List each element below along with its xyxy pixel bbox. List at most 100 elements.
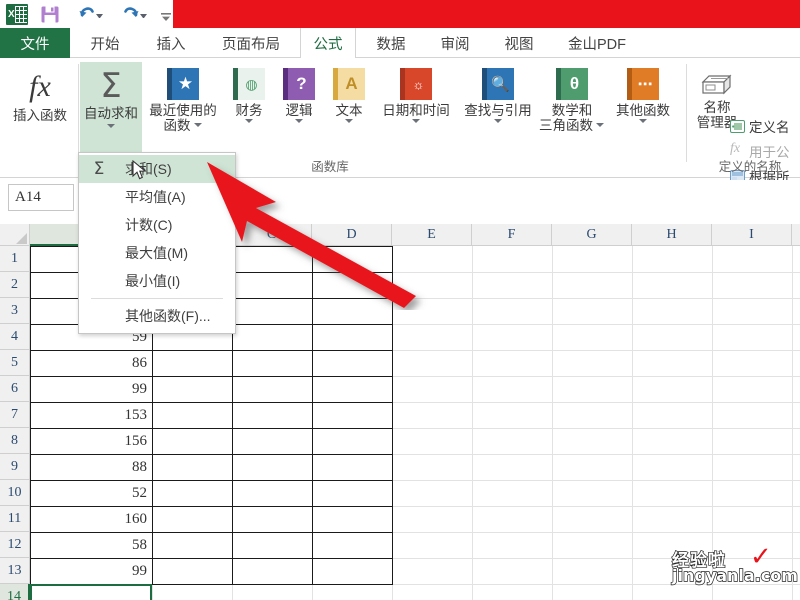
menu-item-average-label: 平均值(A) [125,187,186,207]
name-box-value: A14 [15,189,41,206]
financial-functions-button[interactable]: ◍ 财务 [226,62,272,125]
tab-view[interactable]: 视图 [492,28,546,58]
select-all-corner[interactable] [0,224,30,246]
column-header-g[interactable]: G [552,224,632,246]
redo-icon[interactable] [122,4,146,24]
row-header-4[interactable]: 4 [0,324,30,350]
row-header-13-label: 13 [8,563,22,579]
row-header-5-label: 5 [11,355,18,371]
column-header-j[interactable]: J [792,224,800,246]
tab-file[interactable]: 文件 [0,28,70,58]
row-header-1[interactable]: 1 [0,246,30,272]
cell-a5[interactable]: 86 [31,351,151,376]
defined-names-group-label: 定义的名称 [700,156,800,175]
sigma-icon: Σ [100,66,121,106]
watermark: 经验啦 ✓ jingyanla.com [672,546,800,594]
row-header-9[interactable]: 9 [0,454,30,480]
excel-window: X [0,0,800,600]
logical-chevron-down-icon[interactable] [295,119,304,125]
row-header-13[interactable]: 13 [0,558,30,584]
define-name-command[interactable]: 定义名 [730,116,790,136]
cell-a13[interactable]: 99 [31,559,151,584]
date-time-functions-button[interactable]: ☼ 日期和时间 [376,62,456,125]
row-header-6[interactable]: 6 [0,376,30,402]
menu-item-min-label: 最小值(I) [125,271,180,291]
row-header-11[interactable]: 11 [0,506,30,532]
lookup-chevron-down-icon[interactable] [494,119,503,125]
autosum-chevron-down-icon[interactable] [107,124,116,130]
watermark-domain: jingyanla.com [672,566,798,585]
text-functions-button[interactable]: A 文本 [326,62,372,125]
row-header-14-label: 14 [7,589,21,600]
tab-review-label: 审阅 [441,33,470,54]
tab-data-label: 数据 [377,33,406,54]
coins-book-icon: ◍ [233,68,265,100]
tab-review[interactable]: 审阅 [428,28,482,58]
column-header-i-label: I [749,227,754,243]
row-header-8[interactable]: 8 [0,428,30,454]
more-functions-chevron-down-icon[interactable] [639,119,648,125]
define-name-label: 定义名 [749,116,790,136]
redacted-title-bar [173,0,800,28]
cell-a11[interactable]: 160 [31,507,151,532]
row-header-12-label: 12 [8,537,22,553]
column-header-i[interactable]: I [712,224,792,246]
row-header-12[interactable]: 12 [0,532,30,558]
row-header-3-label: 3 [11,303,18,319]
row-header-14[interactable]: 14 [0,584,30,600]
financial-functions-label: 财务 [236,103,263,118]
logical-functions-button[interactable]: ? 逻辑 [276,62,322,125]
name-manager-label-1: 名称 [704,100,731,115]
tab-formulas[interactable]: 公式 [300,28,356,59]
recently-used-functions-button[interactable]: ★ 最近使用的 函数 [144,62,222,133]
lookup-reference-functions-button[interactable]: 🔍 查找与引用 [458,62,538,125]
tab-formulas-label: 公式 [314,33,343,54]
text-chevron-down-icon[interactable] [345,119,354,125]
excel-logo-icon: X [6,4,28,25]
divider [78,64,79,162]
date-time-chevron-down-icon[interactable] [412,119,421,125]
undo-icon[interactable] [78,4,102,24]
letter-a-book-icon: A [333,68,365,100]
tab-page-layout[interactable]: 页面布局 [208,28,294,58]
row-header-10[interactable]: 10 [0,480,30,506]
row-header-3[interactable]: 3 [0,298,30,324]
cell-a12[interactable]: 58 [31,533,151,558]
save-icon[interactable] [40,5,60,24]
tab-wps-pdf-label: 金山PDF [568,33,626,54]
row-header-2[interactable]: 2 [0,272,30,298]
cell-a7[interactable]: 153 [31,403,151,428]
cell-a9[interactable]: 88 [31,455,151,480]
math-trig-functions-button[interactable]: θ 数学和 三角函数 [538,62,606,133]
tab-data[interactable]: 数据 [364,28,418,58]
calendar-clock-book-icon: ☼ [400,68,432,100]
row-header-7[interactable]: 7 [0,402,30,428]
star-book-icon: ★ [167,68,199,100]
insert-function-button[interactable]: fx 插入函数 [8,62,72,123]
recently-used-chevron-down-icon[interactable] [194,123,203,129]
tab-wps-pdf[interactable]: 金山PDF [556,28,638,58]
customize-quick-access-icon[interactable] [160,9,172,19]
cell-a10[interactable]: 52 [31,481,151,506]
math-trig-chevron-down-icon[interactable] [596,123,605,129]
column-header-f[interactable]: F [472,224,552,246]
financial-chevron-down-icon[interactable] [245,119,254,125]
fx-icon: fx [29,70,51,104]
cell-a8[interactable]: 156 [31,429,151,454]
active-cell-a14[interactable] [30,584,152,600]
divider [686,64,687,162]
tab-page-layout-label: 页面布局 [222,33,280,54]
name-box[interactable]: A14 [8,184,74,211]
column-header-h[interactable]: H [632,224,712,246]
menu-item-max-label: 最大值(M) [125,243,188,263]
tab-home[interactable]: 开始 [78,28,132,58]
more-functions-button[interactable]: ⋯ 其他函数 [610,62,676,125]
magnifier-book-icon: 🔍 [482,68,514,100]
row-header-5[interactable]: 5 [0,350,30,376]
autosum-button[interactable]: Σ 自动求和 [80,62,142,162]
name-manager-icon [700,70,734,98]
tab-insert[interactable]: 插入 [144,28,198,58]
redo-chevron-down-icon[interactable] [140,14,147,19]
undo-chevron-down-icon[interactable] [96,14,103,19]
cell-a6[interactable]: 99 [31,377,151,402]
